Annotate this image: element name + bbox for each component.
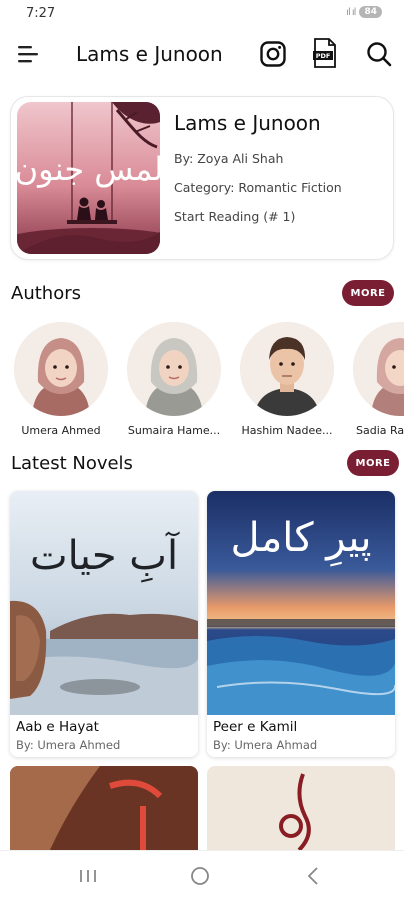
featured-title: Lams e Junoon: [174, 111, 321, 135]
authors-more-button[interactable]: MORE: [342, 280, 394, 306]
author-name: Sadia Ra: [356, 424, 404, 437]
featured-cover-title: لمس جنون: [17, 150, 160, 188]
author-name: Umera Ahmed: [21, 424, 101, 437]
system-nav-bar: [0, 850, 404, 900]
app-title: Lams e Junoon: [76, 42, 223, 66]
status-bar: 7:27 ıl ıl 84: [0, 0, 404, 28]
authors-heading: Authors: [11, 283, 81, 304]
authors-list: Umera Ahmed Sumaira Hame... Hashim Nadee…: [0, 320, 404, 445]
novel-card-partial[interactable]: [10, 766, 198, 850]
featured-category: Category: Romantic Fiction: [174, 180, 342, 195]
novel-cover-image: آبِ حیات: [10, 491, 198, 715]
novel-title: Peer e Kamil: [213, 719, 298, 735]
featured-cover-image: لمس جنون: [17, 102, 160, 254]
author-avatar: [240, 322, 334, 416]
latest-more-button[interactable]: MORE: [347, 450, 399, 476]
featured-novel-card[interactable]: لمس جنون Lams e Junoon By: Zoya Ali Shah…: [10, 96, 394, 260]
battery-indicator: 84: [359, 6, 382, 18]
author-name: Sumaira Hame...: [127, 424, 221, 437]
pdf-badge-label: PDF: [316, 52, 331, 60]
menu-icon[interactable]: [16, 42, 42, 66]
novel-card[interactable]: پیرِ کامل Peer e Kamil By: Umera Ahmad: [207, 491, 395, 757]
start-reading-link[interactable]: Start Reading (# 1): [174, 209, 295, 224]
novel-cover-image: پیرِ کامل: [207, 491, 395, 715]
novel-card-partial[interactable]: [207, 766, 395, 850]
novel-cover-title: آبِ حیات: [30, 531, 180, 583]
novel-author: By: Umera Ahmed: [16, 738, 121, 752]
signal-icon: ıl ıl: [346, 6, 356, 18]
author-avatar: [127, 322, 221, 416]
novel-author: By: Umera Ahmad: [213, 738, 318, 752]
search-icon[interactable]: [365, 40, 393, 68]
author-avatar: [14, 322, 108, 416]
app-bar: Lams e Junoon PDF: [0, 30, 404, 80]
novel-cover-title: پیرِ کامل: [231, 515, 372, 567]
status-time: 7:27: [26, 6, 56, 21]
author-avatar: [353, 322, 404, 416]
author-name: Hashim Nadee...: [241, 424, 333, 437]
status-icons: ıl ıl 84: [346, 6, 382, 18]
pdf-icon[interactable]: PDF: [313, 38, 337, 68]
latest-novels-heading: Latest Novels: [11, 453, 133, 474]
featured-author: By: Zoya Ali Shah: [174, 151, 284, 166]
recent-apps-icon[interactable]: [78, 868, 98, 884]
instagram-icon[interactable]: [259, 40, 287, 68]
back-icon[interactable]: [306, 866, 320, 886]
novel-title: Aab e Hayat: [16, 719, 99, 735]
home-icon[interactable]: [190, 866, 210, 886]
novel-card[interactable]: آبِ حیات Aab e Hayat By: Umera Ahmed: [10, 491, 198, 757]
